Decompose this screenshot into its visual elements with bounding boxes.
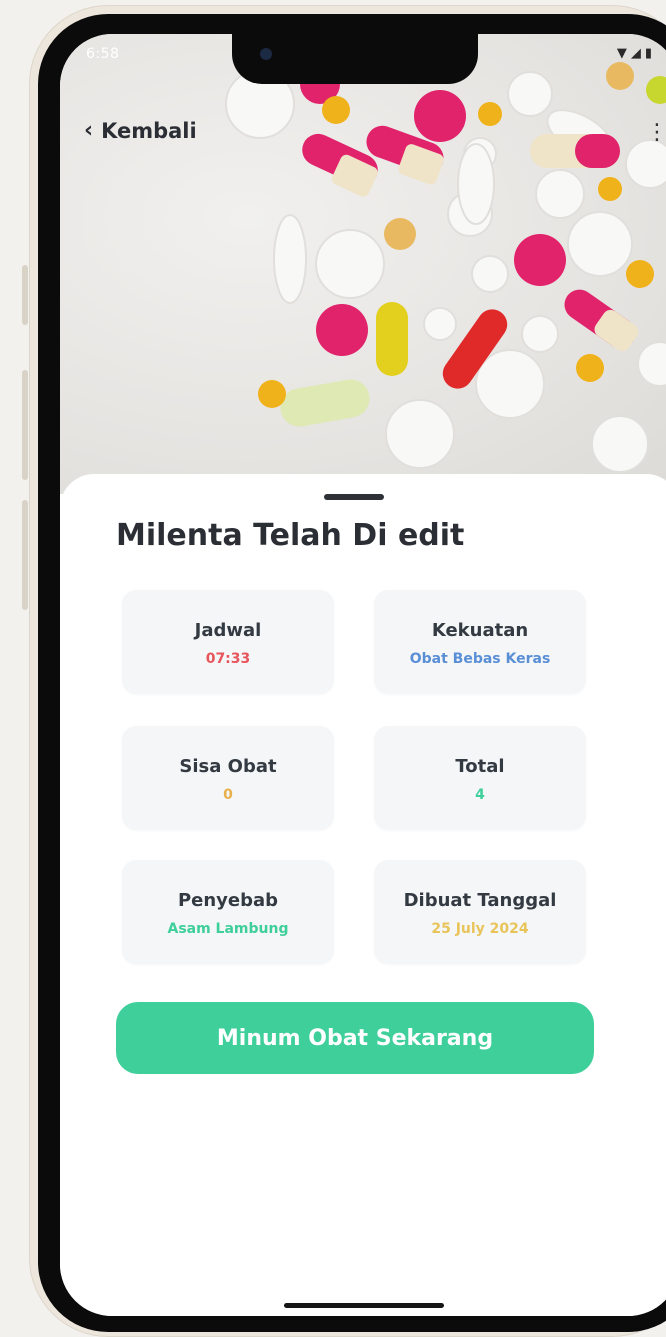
medicine-photo — [60, 34, 666, 494]
wifi-icon: ▼ — [616, 46, 627, 61]
card-kekuatan: Kekuatan Obat Bebas Keras — [374, 590, 586, 694]
chevron-left-icon: ‹ — [84, 118, 94, 143]
card-label: Kekuatan — [431, 620, 529, 641]
card-value: Asam Lambung — [167, 921, 289, 937]
card-label: Dibuat Tanggal — [403, 890, 557, 911]
volume-up-button — [22, 370, 28, 480]
back-button[interactable]: ‹ Kembali — [84, 118, 197, 143]
detail-title: Milenta Telah Di edit — [116, 518, 465, 553]
home-indicator[interactable] — [284, 1303, 444, 1308]
camera-notch — [232, 34, 478, 84]
card-total: Total 4 — [374, 726, 586, 830]
card-value: Obat Bebas Keras — [409, 651, 551, 667]
card-label: Penyebab — [177, 890, 279, 911]
card-label: Jadwal — [194, 620, 262, 641]
mute-switch — [22, 265, 28, 325]
status-icons: ▼ ◢ ▮ — [617, 46, 652, 61]
card-value: 07:33 — [205, 651, 251, 667]
card-label: Sisa Obat — [179, 756, 277, 777]
volume-down-button — [22, 500, 28, 610]
sheet-handle[interactable] — [324, 494, 384, 500]
status-time: 6:58 — [86, 46, 120, 62]
app-screen: 6:58 ▼ ◢ ▮ ‹ Kembali ⋮ Milenta Telah Di … — [60, 34, 666, 1316]
card-label: Total — [455, 756, 505, 777]
battery-icon: ▮ — [644, 46, 652, 61]
card-dibuat-tanggal: Dibuat Tanggal 25 July 2024 — [374, 860, 586, 964]
detail-sheet: Milenta Telah Di edit Jadwal 07:33 Kekua… — [60, 474, 666, 1316]
take-medicine-button[interactable]: Minum Obat Sekarang — [116, 1002, 594, 1074]
pills-illustration — [225, 62, 666, 473]
card-value: 25 July 2024 — [431, 921, 529, 937]
front-camera-icon — [260, 48, 272, 60]
menu-icon[interactable]: ⋮ — [646, 120, 666, 145]
card-value: 4 — [475, 787, 485, 803]
card-penyebab: Penyebab Asam Lambung — [122, 860, 334, 964]
card-sisa-obat: Sisa Obat 0 — [122, 726, 334, 830]
card-value: 0 — [223, 787, 233, 803]
card-jadwal: Jadwal 07:33 — [122, 590, 334, 694]
back-label: Kembali — [101, 118, 197, 143]
signal-icon: ◢ — [630, 46, 641, 61]
